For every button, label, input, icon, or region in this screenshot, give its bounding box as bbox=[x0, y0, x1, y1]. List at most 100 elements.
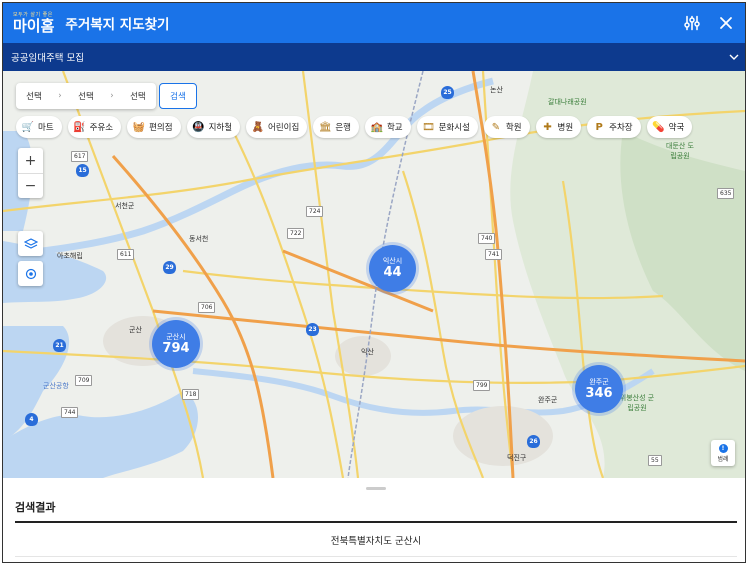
my-location-button[interactable] bbox=[18, 261, 43, 286]
highway-number: 23 bbox=[306, 323, 319, 336]
region-select-province[interactable]: 선택 bbox=[26, 90, 42, 102]
location-target-icon bbox=[25, 268, 36, 279]
result-item[interactable]: 전북특별자치도 군산시 bbox=[15, 523, 737, 557]
dropdown-selected-label: 공공임대주택 모집 bbox=[11, 53, 84, 64]
chevron-down-icon[interactable] bbox=[727, 50, 741, 64]
road-number: 709 bbox=[75, 375, 93, 386]
highway-number: 26 bbox=[527, 435, 540, 448]
chevron-right-icon: › bbox=[58, 91, 62, 101]
cluster-marker-wanju[interactable]: 완주군 346 bbox=[575, 365, 623, 413]
highway-number: 15 bbox=[76, 164, 89, 177]
cluster-count: 44 bbox=[383, 265, 402, 281]
road-number: 724 bbox=[306, 206, 324, 217]
map-view[interactable]: 논산 갈대나래공원 대둔산 도립공원 서천군 동서천 아초해립 익산 군산 군산… bbox=[3, 71, 745, 478]
results-panel: 검색결과 전북특별자치도 군산시 bbox=[3, 478, 745, 562]
road-number: 611 bbox=[117, 249, 135, 260]
chip-parking[interactable]: P 주차장 bbox=[587, 116, 641, 138]
chip-pharmacy[interactable]: 💊 약국 bbox=[646, 116, 693, 138]
chip-label: 병원 bbox=[557, 123, 574, 133]
results-heading: 검색결과 bbox=[15, 501, 56, 514]
layers-icon bbox=[23, 237, 38, 249]
chip-subway[interactable]: 🚇 지하철 bbox=[186, 116, 241, 138]
road-number: 740 bbox=[478, 233, 496, 244]
legend-label: 범례 bbox=[717, 455, 729, 463]
pill-icon: 💊 bbox=[652, 121, 665, 133]
chip-convenience-store[interactable]: 🧺 편의점 bbox=[127, 116, 181, 138]
map-layers-button[interactable] bbox=[18, 231, 43, 256]
zoom-in-button[interactable]: + bbox=[18, 148, 43, 173]
cluster-marker-iksan[interactable]: 익산시 44 bbox=[369, 245, 416, 292]
map-place-label: 위봉산성 군립공원 bbox=[619, 394, 655, 412]
chip-label: 주차장 bbox=[609, 123, 633, 133]
map-place-label: 군산공항 bbox=[43, 382, 69, 390]
map-place-label: 덕진구 bbox=[507, 454, 527, 462]
cluster-marker-gunsan[interactable]: 군산시 794 bbox=[152, 320, 200, 368]
close-button[interactable] bbox=[715, 12, 737, 34]
search-button[interactable]: 검색 bbox=[159, 83, 197, 109]
close-icon bbox=[720, 17, 732, 29]
road-number: 635 bbox=[717, 188, 735, 199]
category-dropdown-bar[interactable]: 공공임대주택 모집 bbox=[3, 43, 745, 71]
highway-number: 4 bbox=[25, 413, 38, 426]
chip-label: 학교 bbox=[386, 123, 403, 133]
chip-daycare[interactable]: 🧸 어린이집 bbox=[246, 116, 308, 138]
subway-icon: 🚇 bbox=[192, 121, 205, 133]
legend-button[interactable]: ! 범례 bbox=[711, 440, 735, 466]
chip-culture[interactable]: 🎞 문화시설 bbox=[416, 116, 478, 138]
map-place-label: 서천군 bbox=[115, 202, 135, 210]
category-filter-chips: 🛒 마트 ⛽ 주유소 🧺 편의점 🚇 지하철 🧸 어린이집 🏛 은행 🏫 학교 🎞 문화시설 ✎… bbox=[16, 116, 693, 138]
road-number: 617 bbox=[71, 151, 89, 162]
bank-icon: 🏛 bbox=[318, 121, 332, 133]
chip-label: 문화시설 bbox=[438, 123, 470, 133]
road-number: 799 bbox=[473, 380, 491, 391]
header-bar: 모두가 살기 좋은 마이홈 주거복지 지도찾기 bbox=[3, 3, 745, 43]
basket-icon: 🧺 bbox=[132, 121, 146, 133]
filter-settings-button[interactable] bbox=[681, 12, 703, 34]
gas-station-icon: ⛽ bbox=[73, 121, 86, 133]
road-number: 744 bbox=[61, 407, 79, 418]
chip-label: 어린이집 bbox=[268, 123, 300, 133]
chip-academy[interactable]: ✎ 학원 bbox=[483, 116, 530, 138]
chip-hospital[interactable]: ✚ 병원 bbox=[535, 116, 582, 138]
chip-label: 주유소 bbox=[89, 123, 114, 133]
region-select-district[interactable]: 선택 bbox=[130, 90, 146, 102]
panel-drag-handle[interactable] bbox=[366, 487, 386, 490]
zoom-control: + − bbox=[18, 148, 43, 198]
map-place-label: 아초해립 bbox=[57, 252, 83, 260]
highway-number: 25 bbox=[441, 86, 454, 99]
map-place-label: 군산 bbox=[129, 326, 142, 334]
school-icon: 🏫 bbox=[370, 121, 384, 133]
chip-gas-station[interactable]: ⛽ 주유소 bbox=[67, 116, 122, 138]
map-place-label: 갈대나래공원 bbox=[548, 98, 587, 106]
map-place-label: 완주군 bbox=[538, 396, 558, 404]
logo-text: 마이홈 bbox=[13, 16, 55, 35]
film-icon: 🎞 bbox=[422, 121, 435, 133]
sliders-icon bbox=[684, 15, 700, 31]
map-place-label: 대둔산 도립공원 bbox=[666, 142, 694, 160]
zoom-out-button[interactable]: − bbox=[18, 173, 43, 198]
chip-school[interactable]: 🏫 학교 bbox=[364, 116, 411, 138]
myhome-logo[interactable]: 모두가 살기 좋은 마이홈 bbox=[13, 12, 55, 35]
highway-number: 29 bbox=[163, 261, 176, 274]
road-number: 718 bbox=[182, 389, 200, 400]
chip-label: 마트 bbox=[38, 123, 54, 133]
highway-number: 21 bbox=[53, 339, 66, 352]
hospital-icon: ✚ bbox=[543, 121, 552, 133]
map-place-label: 논산 bbox=[490, 86, 503, 94]
cluster-count: 794 bbox=[162, 340, 190, 356]
map-place-label: 익산 bbox=[361, 348, 374, 356]
cluster-count: 346 bbox=[585, 385, 613, 401]
toy-icon: 🧸 bbox=[251, 121, 265, 133]
chip-mart[interactable]: 🛒 마트 bbox=[16, 116, 62, 138]
chip-label: 은행 bbox=[335, 123, 351, 133]
app-window: 모두가 살기 좋은 마이홈 주거복지 지도찾기 공공임대주택 모집 논산 갈대나… bbox=[2, 2, 746, 563]
region-select-city[interactable]: 선택 bbox=[78, 90, 94, 102]
page-title: 주거복지 지도찾기 bbox=[65, 17, 170, 33]
chip-label: 학원 bbox=[505, 123, 522, 133]
chevron-right-icon: › bbox=[110, 91, 114, 101]
parking-icon: P bbox=[595, 121, 603, 133]
road-number: 741 bbox=[485, 249, 503, 260]
chip-label: 편의점 bbox=[149, 123, 173, 133]
map-place-label: 동서천 bbox=[189, 235, 209, 243]
chip-bank[interactable]: 🏛 은행 bbox=[313, 116, 359, 138]
